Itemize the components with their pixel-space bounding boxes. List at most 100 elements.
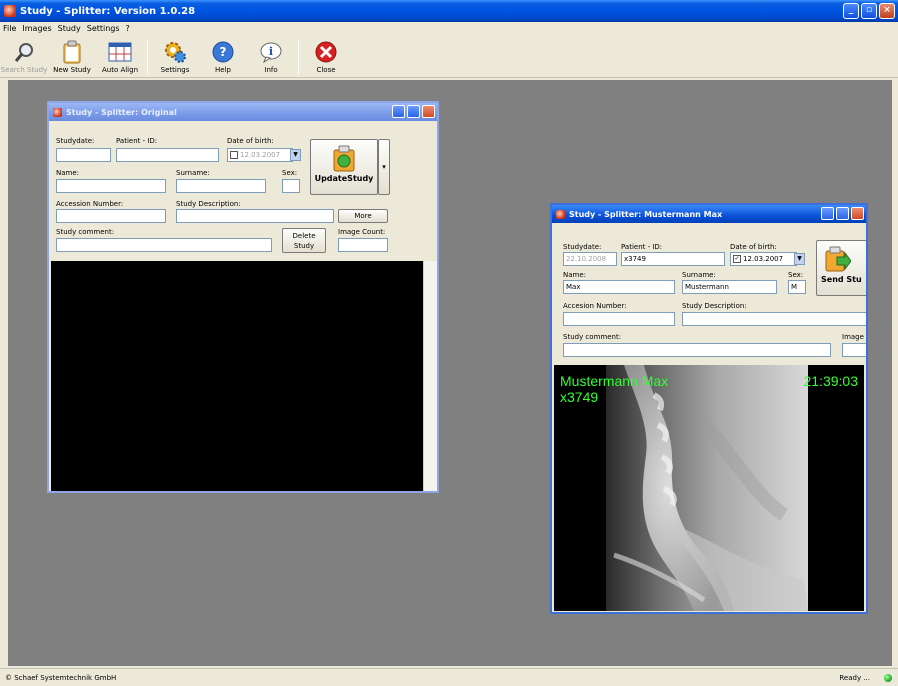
surname-label: Surname: — [176, 169, 210, 177]
dob-field[interactable]: 12.03.2007 — [227, 148, 293, 162]
viewer-scrollbar[interactable] — [423, 261, 437, 491]
search-study-button[interactable]: Search Study — [0, 36, 48, 78]
menu-file[interactable]: File — [0, 22, 19, 36]
more-button[interactable]: More — [338, 209, 388, 223]
dob-field[interactable]: ✓ 12.03.2007 — [730, 252, 797, 266]
study-form: Studydate: Patient - ID: Date of birth: … — [49, 121, 437, 259]
child-maximize-button[interactable] — [836, 207, 849, 220]
patient-study-window[interactable]: Study - Splitter: Mustermann Max Studyda… — [550, 203, 868, 614]
send-study-button[interactable]: Send Stu — [816, 240, 866, 296]
menu-study[interactable]: Study — [55, 22, 84, 36]
xray-image — [606, 365, 808, 611]
description-field[interactable] — [176, 209, 334, 223]
comment-field[interactable] — [56, 238, 272, 252]
description-field[interactable] — [682, 312, 866, 326]
name-field[interactable]: Max — [563, 280, 675, 294]
sex-field[interactable] — [282, 179, 300, 193]
patient-window-title-bar[interactable]: Study - Splitter: Mustermann Max — [552, 205, 866, 223]
update-study-dropdown[interactable]: ▾ — [378, 139, 390, 195]
child-maximize-button[interactable] — [407, 105, 420, 118]
studydate-field[interactable] — [56, 148, 111, 162]
status-text: Ready ... — [839, 673, 870, 682]
dob-checkbox[interactable] — [230, 151, 238, 159]
xray-image-viewer[interactable]: Mustermann Max x3749 21:39:03 — [554, 365, 864, 611]
accession-label: Accession Number: — [56, 200, 124, 208]
send-clipboard-icon — [825, 246, 852, 272]
patient-study-form: Studydate: Patient - ID: Date of birth: … — [552, 223, 866, 363]
comment-field[interactable] — [563, 343, 831, 357]
original-study-window[interactable]: Study - Splitter: Original Studydate: Pa… — [47, 101, 439, 493]
sex-label: Sex: — [788, 271, 804, 279]
description-label: Study Description: — [682, 302, 747, 310]
info-button[interactable]: i Info — [247, 36, 295, 78]
help-icon: ? — [210, 39, 236, 65]
overlay-patient-id: x3749 — [560, 389, 599, 405]
dob-label: Date of birth: — [730, 243, 777, 251]
status-led-icon — [884, 674, 892, 682]
original-window-title: Study - Splitter: Original — [66, 107, 177, 117]
app-title-bar: Study - Splitter: Version 1.0.28 _ ▫ × — [0, 0, 898, 22]
surname-field[interactable]: Mustermann — [682, 280, 777, 294]
surname-label: Surname: — [682, 271, 716, 279]
new-study-button[interactable]: New Study — [48, 36, 96, 78]
image-count-field[interactable] — [338, 238, 388, 252]
delete-study-button[interactable]: Delete Study — [282, 228, 326, 253]
patient-id-field[interactable]: x3749 — [621, 252, 725, 266]
image-count-label: Image Count: — [338, 228, 386, 236]
menu-images[interactable]: Images — [19, 22, 54, 36]
child-close-button[interactable] — [422, 105, 435, 118]
close-window-button[interactable]: × — [879, 3, 895, 19]
info-icon: i — [258, 39, 284, 65]
child-close-button[interactable] — [851, 207, 864, 220]
send-study-label: Send Stu — [821, 275, 862, 284]
update-study-label: UpdateStudy — [314, 174, 374, 183]
patient-id-field[interactable] — [116, 148, 219, 162]
comment-label: Study comment: — [56, 228, 115, 236]
overlay-patient-name: Mustermann Max — [560, 373, 669, 389]
sex-field[interactable]: M — [788, 280, 806, 294]
status-bar: © Schaef Systemtechnik GmbH Ready ... — [0, 668, 898, 686]
dob-dropdown-button[interactable]: ▼ — [794, 253, 805, 265]
patient-id-label: Patient - ID: — [621, 243, 663, 251]
app-logo-icon — [4, 5, 16, 17]
toolbar-separator — [298, 40, 299, 74]
patient-window-title: Study - Splitter: Mustermann Max — [569, 209, 723, 219]
studydate-label: Studydate: — [56, 137, 95, 145]
svg-text:?: ? — [220, 45, 227, 59]
original-window-title-bar[interactable]: Study - Splitter: Original — [49, 103, 437, 121]
minimize-button[interactable]: _ — [843, 3, 859, 19]
grid-icon — [107, 39, 133, 65]
app-logo-icon — [556, 209, 565, 219]
child-minimize-button[interactable] — [392, 105, 405, 118]
description-label: Study Description: — [176, 200, 241, 208]
name-label: Name: — [56, 169, 80, 177]
update-study-button[interactable]: UpdateStudy — [310, 139, 378, 195]
studydate-label: Studydate: — [563, 243, 602, 251]
copyright-text: © Schaef Systemtechnik GmbH — [5, 673, 117, 682]
auto-align-button[interactable]: Auto Align — [96, 36, 144, 78]
restore-button[interactable]: ▫ — [861, 3, 877, 19]
dob-dropdown-button[interactable]: ▼ — [290, 149, 301, 161]
app-title: Study - Splitter: Version 1.0.28 — [20, 5, 196, 17]
toolbar: Search Study New Study Auto Align Settin… — [0, 36, 898, 78]
name-field[interactable] — [56, 179, 166, 193]
child-minimize-button[interactable] — [821, 207, 834, 220]
studydate-field[interactable]: 22.10.2008 — [563, 252, 617, 266]
update-clipboard-icon — [333, 145, 355, 172]
accession-field[interactable] — [56, 209, 166, 223]
close-red-icon — [313, 39, 339, 65]
settings-button[interactable]: Settings — [151, 36, 199, 78]
dob-checkbox[interactable]: ✓ — [733, 255, 741, 263]
help-button[interactable]: ? Help — [199, 36, 247, 78]
gears-icon — [162, 39, 188, 65]
menu-settings[interactable]: Settings — [84, 22, 123, 36]
image-count-field[interactable] — [842, 343, 866, 357]
dob-label: Date of birth: — [227, 137, 274, 145]
overlay-time: 21:39:03 — [803, 373, 859, 389]
menu-help[interactable]: ? — [123, 22, 133, 36]
magnifier-icon — [11, 39, 37, 65]
close-button[interactable]: Close — [302, 36, 350, 78]
surname-field[interactable] — [176, 179, 266, 193]
original-image-viewer[interactable] — [51, 261, 423, 491]
accession-field[interactable] — [563, 312, 675, 326]
